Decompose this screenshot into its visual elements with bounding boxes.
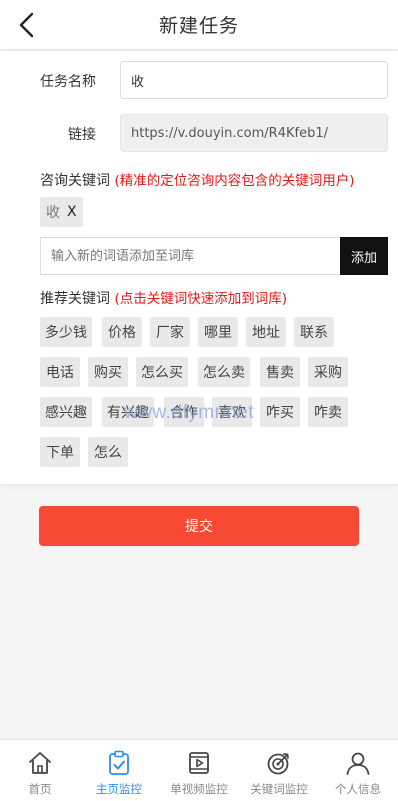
recommend-tag[interactable]: 下单 [40,437,80,467]
recommend-keywords-hint: (点击关键词快速添加到词库) [114,291,287,307]
tab-keyword-monitor[interactable]: 关键词监控 [239,740,319,801]
tab-profile[interactable]: 个人信息 [318,740,398,801]
recommend-tag[interactable]: 多少钱 [40,317,92,347]
tab-keyword-monitor-label: 关键词监控 [250,782,308,796]
recommend-tag[interactable]: 电话 [40,357,80,387]
user-icon [346,752,370,775]
recommend-tag[interactable]: 有兴趣 [102,397,154,427]
page-title: 新建任务 [158,15,239,37]
recommend-tag[interactable]: 怎么 [88,437,128,467]
recommend-tag[interactable]: 价格 [102,317,142,347]
submit-button[interactable]: 提交 [39,506,359,546]
recommend-tag[interactable]: 联系 [294,317,334,347]
task-form-card: 任务名称 收 链接 https://v.douyin.com/R4Kfeb1/ … [0,51,398,484]
task-name-input[interactable]: 收 [120,61,388,99]
task-name-row: 任务名称 收 [0,61,398,99]
recommend-tag[interactable]: 怎么买 [136,357,188,387]
consult-keywords-label: 咨询关键词 [40,173,110,189]
recommend-tag[interactable]: 喜欢 [212,397,252,427]
tab-home-label: 首页 [28,782,52,796]
recommend-tag[interactable]: 厂家 [150,317,190,347]
back-button[interactable] [12,10,42,40]
recommend-tag[interactable]: 感兴趣 [40,397,92,427]
tab-profile-label: 个人信息 [335,782,381,796]
selected-keyword-label: 收 [46,205,60,221]
add-keyword-button[interactable]: 添加 [340,237,388,275]
consult-keywords-title: 咨询关键词 (精准的定位咨询内容包含的关键词用户) [40,169,355,190]
recommend-keywords-label: 推荐关键词 [40,291,110,307]
recommend-keywords-title: 推荐关键词 (点击关键词快速添加到词库) [40,287,287,308]
recommend-tag[interactable]: 咋卖 [308,397,348,427]
chevron-left-icon [19,12,34,38]
recommend-tag[interactable]: 购买 [88,357,128,387]
recommend-tag[interactable]: 哪里 [198,317,238,347]
new-keyword-input[interactable] [40,237,340,275]
tab-homepage-monitor[interactable]: 主页监控 [79,740,159,801]
clipboard-check-icon [109,750,129,775]
recommend-tag[interactable]: 咋买 [260,397,300,427]
recommend-tag[interactable]: 采购 [308,357,348,387]
recommend-tag[interactable]: 怎么卖 [198,357,250,387]
bottom-tab-bar: 首页 主页监控 单视频监控 关键词监控 个人信息 [0,739,398,801]
recommend-tag[interactable]: 地址 [246,317,286,347]
header: 新建任务 [0,0,398,50]
link-field[interactable]: https://v.douyin.com/R4Kfeb1/ [120,114,388,152]
selected-keyword-chip: 收 X [40,197,83,227]
tab-single-video-monitor-label: 单视频监控 [170,782,228,796]
tab-homepage-monitor-label: 主页监控 [96,782,142,796]
consult-keywords-hint: (精准的定位咨询内容包含的关键词用户) [114,173,355,189]
link-row: 链接 https://v.douyin.com/R4Kfeb1/ [0,114,398,152]
task-name-label: 任务名称 [40,74,96,90]
home-icon [29,752,51,774]
link-label: 链接 [68,127,96,143]
target-icon [267,753,289,775]
recommend-tag[interactable]: 售卖 [260,357,300,387]
recommend-tag[interactable]: 合作 [164,397,204,427]
remove-keyword-button[interactable]: X [67,204,77,220]
tab-home[interactable]: 首页 [0,740,80,801]
add-keyword-row: 添加 [40,237,388,275]
tab-single-video-monitor[interactable]: 单视频监控 [159,740,239,801]
video-play-icon [189,752,209,774]
